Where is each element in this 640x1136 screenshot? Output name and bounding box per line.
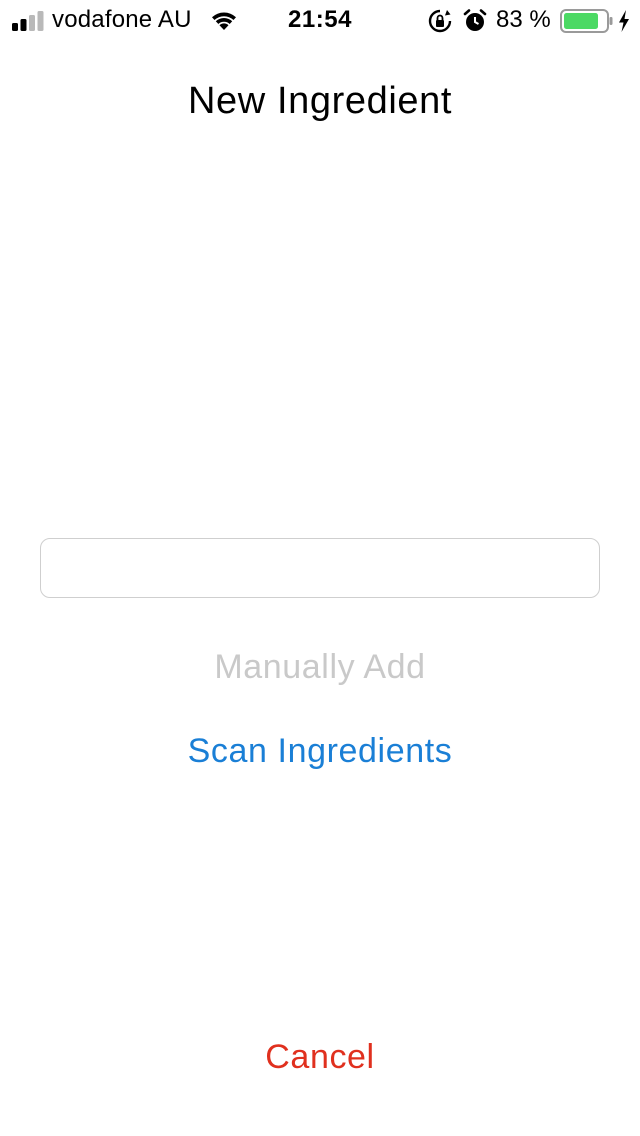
alarm-icon [463,9,487,31]
ingredient-name-input[interactable] [40,538,600,598]
battery-percentage: 83 % [496,6,551,33]
scan-ingredients-button[interactable]: Scan Ingredients [0,731,640,771]
charging-bolt-icon [619,10,629,32]
battery-level-fill [564,13,598,29]
battery-icon [560,9,613,33]
manually-add-button[interactable]: Manually Add [0,647,640,687]
orientation-lock-icon [428,9,452,33]
page-title: New Ingredient [188,80,452,122]
status-bar: vodafone AU 21:54 83 % [0,0,640,40]
cancel-button[interactable]: Cancel [0,1037,640,1077]
